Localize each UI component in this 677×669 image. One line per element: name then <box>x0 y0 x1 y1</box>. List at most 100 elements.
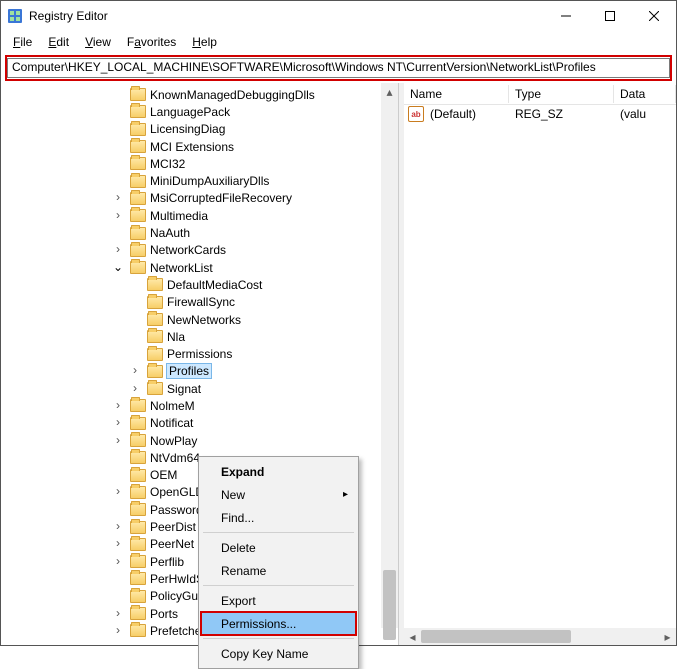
chevron-right-icon[interactable]: › <box>110 555 126 569</box>
tree-item[interactable]: ›Notificat <box>1 415 398 432</box>
tree-item-label: NetworkList <box>150 261 213 275</box>
folder-icon <box>130 521 146 534</box>
close-button[interactable] <box>632 2 676 31</box>
chevron-right-icon[interactable]: › <box>110 416 126 430</box>
col-name[interactable]: Name <box>404 85 509 103</box>
tree-item[interactable]: › NetworkCards <box>1 242 398 259</box>
scroll-track[interactable] <box>381 100 398 611</box>
tree-item[interactable]: ›Signat <box>1 380 398 397</box>
chevron-right-icon[interactable]: › <box>110 434 126 448</box>
chevron-right-icon[interactable]: › <box>127 364 143 378</box>
folder-icon <box>147 348 163 361</box>
tree-item[interactable]: NaAuth <box>1 224 398 241</box>
folder-icon <box>130 123 146 136</box>
tree-item[interactable]: ›NolmeM <box>1 397 398 414</box>
tree-item-label: LicensingDiag <box>150 122 225 136</box>
tree-item[interactable]: ›Multimedia <box>1 207 398 224</box>
ctx-delete[interactable]: Delete <box>201 536 356 559</box>
tree-item[interactable]: LanguagePack <box>1 103 398 120</box>
folder-icon <box>147 365 163 378</box>
value-pane[interactable]: Name Type Data ab (Default) REG_SZ (valu… <box>404 83 676 645</box>
menu-file[interactable]: File <box>7 33 38 51</box>
tree-item[interactable]: › NowPlay <box>1 432 398 449</box>
tree-item[interactable]: MCI32 <box>1 155 398 172</box>
ctx-find[interactable]: Find... <box>201 506 356 529</box>
tree-item[interactable]: ›Profiles <box>1 363 398 380</box>
tree-item-label: NowPlay <box>150 434 197 448</box>
tree-item-label: NaAuth <box>150 226 190 240</box>
folder-icon <box>130 469 146 482</box>
menubar: File Edit View Favorites Help <box>1 31 676 53</box>
ctx-copy-key-name[interactable]: Copy Key Name <box>201 642 356 665</box>
ctx-export[interactable]: Export <box>201 589 356 612</box>
tree-item-label: NtVdm64 <box>150 451 200 465</box>
scroll-up-icon[interactable]: ▴ <box>381 83 398 100</box>
chevron-right-icon[interactable]: › <box>110 485 126 499</box>
scroll-thumb[interactable] <box>383 570 396 640</box>
folder-icon <box>147 296 163 309</box>
col-type[interactable]: Type <box>509 85 614 103</box>
tree-item[interactable]: ⌄ NetworkList <box>1 259 398 276</box>
tree-item-label: KnownManagedDebuggingDlls <box>150 88 315 102</box>
chevron-right-icon[interactable]: › <box>110 520 126 534</box>
tree-item[interactable]: Permissions <box>1 345 398 362</box>
folder-icon <box>147 278 163 291</box>
tree-item[interactable]: NewNetworks <box>1 311 398 328</box>
tree-vertical-scrollbar[interactable]: ▴ ▾ <box>381 83 398 628</box>
menu-favorites[interactable]: Favorites <box>121 33 182 51</box>
ctx-rename[interactable]: Rename <box>201 559 356 582</box>
chevron-right-icon[interactable]: › <box>110 399 126 413</box>
folder-icon <box>130 451 146 464</box>
tree-item[interactable]: FirewallSync <box>1 294 398 311</box>
chevron-right-icon[interactable]: › <box>127 382 143 396</box>
tree-item[interactable]: LicensingDiag <box>1 121 398 138</box>
minimize-button[interactable] <box>544 2 588 31</box>
tree-item-label: NewNetworks <box>167 313 241 327</box>
tree-item-label: OpenGLD <box>150 485 204 499</box>
maximize-button[interactable] <box>588 2 632 31</box>
menu-help[interactable]: Help <box>186 33 223 51</box>
menu-view[interactable]: View <box>79 33 117 51</box>
list-horizontal-scrollbar[interactable]: ◂ ▸ <box>404 628 676 645</box>
hscroll-thumb[interactable] <box>421 630 571 643</box>
tree-item[interactable]: ›MsiCorruptedFileRecovery <box>1 190 398 207</box>
list-row[interactable]: ab (Default) REG_SZ (valu <box>404 105 676 123</box>
tree-item-label: Ports <box>150 607 178 621</box>
tree-item[interactable]: MiniDumpAuxiliaryDlls <box>1 172 398 189</box>
ctx-permissions[interactable]: Permissions... <box>201 612 356 635</box>
chevron-right-icon[interactable]: › <box>110 537 126 551</box>
client-area: KnownManagedDebuggingDlls LanguagePack Lic… <box>1 83 676 645</box>
tree-item[interactable]: Nla <box>1 328 398 345</box>
folder-icon <box>130 417 146 430</box>
tree-item-label: MCI32 <box>150 157 185 171</box>
scroll-right-icon[interactable]: ▸ <box>659 628 676 645</box>
tree-item[interactable]: KnownManagedDebuggingDlls <box>1 86 398 103</box>
folder-icon <box>130 624 146 637</box>
folder-icon <box>130 244 146 257</box>
tree-item[interactable]: DefaultMediaCost <box>1 276 398 293</box>
scroll-left-icon[interactable]: ◂ <box>404 628 421 645</box>
chevron-right-icon[interactable]: › <box>110 209 126 223</box>
address-bar[interactable]: Computer\HKEY_LOCAL_MACHINE\SOFTWARE\Mic… <box>7 58 670 78</box>
string-value-icon: ab <box>408 106 424 122</box>
chevron-right-icon[interactable]: › <box>110 624 126 638</box>
tree-item-label: Perflib <box>150 555 184 569</box>
chevron-right-icon[interactable]: › <box>110 607 126 621</box>
ctx-expand[interactable]: Expand <box>201 460 356 483</box>
tree-item[interactable]: MCI Extensions <box>1 138 398 155</box>
folder-icon <box>130 590 146 603</box>
tree-item-label: LanguagePack <box>150 105 230 119</box>
chevron-down-icon[interactable]: ⌄ <box>110 260 126 275</box>
hscroll-track[interactable] <box>421 628 659 645</box>
chevron-right-icon[interactable]: › <box>110 191 126 205</box>
folder-icon <box>130 607 146 620</box>
chevron-right-icon[interactable]: › <box>110 243 126 257</box>
tree-item-label: NetworkCards <box>150 243 226 257</box>
tree-item-label: Nla <box>167 330 185 344</box>
folder-icon <box>130 88 146 101</box>
col-data[interactable]: Data <box>614 85 676 103</box>
ctx-new[interactable]: New <box>201 483 356 506</box>
ctx-separator <box>203 638 354 639</box>
menu-edit[interactable]: Edit <box>42 33 75 51</box>
folder-icon <box>147 382 163 395</box>
